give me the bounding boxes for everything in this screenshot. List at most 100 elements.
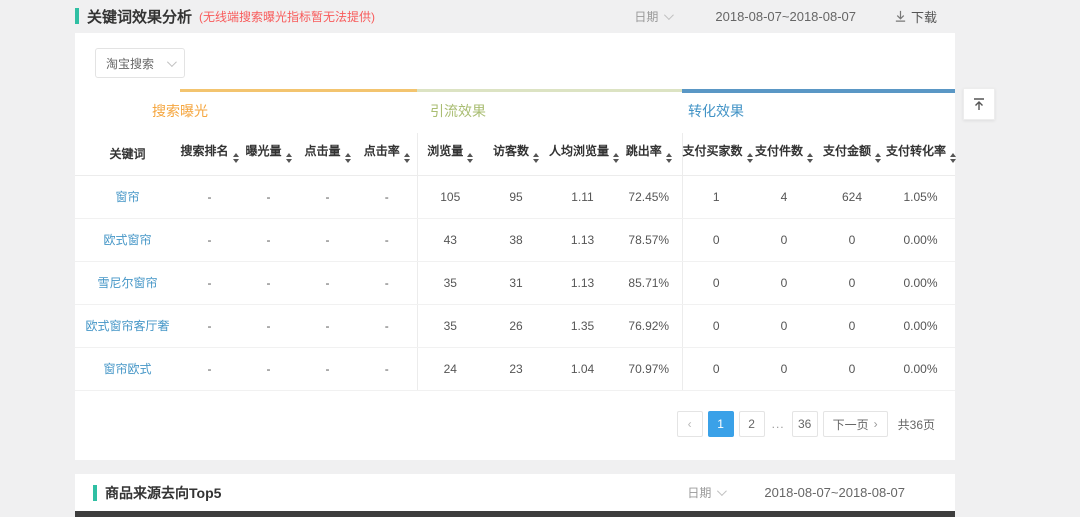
column-header-label: 访客数: [493, 144, 529, 158]
value-cell: 0.00%: [886, 304, 955, 347]
value-cell: 0: [682, 261, 750, 304]
date-label: 日期: [687, 484, 711, 501]
chevron-down-icon: [717, 486, 727, 496]
group-label-2: 转化效果: [688, 101, 744, 121]
value-cell: 35: [417, 304, 483, 347]
chevron-down-icon: [167, 57, 177, 67]
value-cell: 1.13: [549, 218, 616, 261]
column-header-7[interactable]: 人均浏览量: [549, 133, 616, 175]
date-controls: 日期 2018-08-07~2018-08-07: [687, 484, 905, 501]
column-header-12[interactable]: 支付转化率: [886, 133, 955, 175]
column-header-10[interactable]: 支付件数: [750, 133, 818, 175]
column-header-label: 浏览量: [427, 144, 463, 158]
table-row: 欧式窗帘客厅奢----35261.3576.92%0000.00%: [75, 304, 955, 347]
group-border-0: [180, 89, 417, 92]
analytics-page: 关键词效果分析 (无线端搜索曝光指标暂无法提供) 日期 2018-08-07~2…: [0, 0, 1080, 517]
sort-icon[interactable]: [404, 150, 410, 166]
pagination-page-1[interactable]: 1: [708, 411, 734, 437]
channel-select-dropdown[interactable]: 淘宝搜索: [95, 48, 185, 78]
pagination-prev-button[interactable]: ‹: [677, 411, 703, 437]
column-header-6[interactable]: 访客数: [483, 133, 549, 175]
back-to-top-icon: [971, 96, 987, 112]
pagination-ellipsis: ...: [770, 417, 787, 431]
channel-selected-value: 淘宝搜索: [106, 55, 154, 72]
keyword-table: 关键词 搜索排名曝光量点击量 点击率浏览量 访客数 人均浏览量跳出率支付买家数支付件数 支…: [75, 133, 955, 391]
column-header-label: 支付件数: [755, 144, 803, 158]
column-header-row: 关键词 搜索排名曝光量点击量 点击率浏览量 访客数 人均浏览量跳出率支付买家数支付件数 支…: [75, 133, 955, 175]
table-body: 窗帘----105951.1172.45%146241.05%欧式窗帘----4…: [75, 175, 955, 390]
keyword-link[interactable]: 雪尼尔窗帘: [97, 276, 157, 290]
value-cell: -: [239, 304, 298, 347]
column-header-8[interactable]: 跳出率: [616, 133, 682, 175]
chevron-down-icon: [664, 10, 674, 20]
column-header-4[interactable]: 点击率: [357, 133, 417, 175]
column-header-label: 点击量: [304, 144, 340, 158]
column-header-2[interactable]: 曝光量: [239, 133, 298, 175]
value-cell: -: [239, 261, 298, 304]
column-header-label: 关键词: [109, 147, 145, 161]
column-header-5[interactable]: 浏览量: [417, 133, 483, 175]
bottom-section-title: 商品来源去向Top5: [105, 483, 221, 503]
value-cell: 0: [818, 304, 886, 347]
sort-icon[interactable]: [747, 150, 753, 166]
pagination-total-label: 共36页: [898, 416, 935, 433]
value-cell: 0: [682, 218, 750, 261]
date-filter-dropdown[interactable]: 日期: [634, 8, 671, 25]
value-cell: 624: [818, 175, 886, 218]
sort-icon[interactable]: [467, 150, 473, 166]
back-to-top-button[interactable]: [963, 88, 995, 120]
sort-icon[interactable]: [533, 150, 539, 166]
keyword-link[interactable]: 窗帘欧式: [103, 362, 151, 376]
value-cell: 31: [483, 261, 549, 304]
sort-icon[interactable]: [807, 150, 813, 166]
keyword-link[interactable]: 欧式窗帘客厅奢: [85, 319, 169, 333]
value-cell: 23: [483, 347, 549, 390]
column-header-label: 搜索排名: [180, 144, 228, 158]
keyword-link[interactable]: 窗帘: [115, 190, 139, 204]
value-cell: 105: [417, 175, 483, 218]
date-filter-dropdown[interactable]: 日期: [687, 484, 724, 501]
value-cell: 85.71%: [616, 261, 682, 304]
download-button[interactable]: 下载: [894, 7, 937, 26]
sort-icon[interactable]: [613, 150, 619, 166]
sort-icon[interactable]: [345, 150, 351, 166]
sort-icon[interactable]: [233, 150, 239, 166]
column-header-label: 支付买家数: [683, 144, 743, 158]
date-range-value: 2018-08-07~2018-08-07: [715, 9, 856, 24]
value-cell: 1.13: [549, 261, 616, 304]
sort-icon[interactable]: [950, 150, 956, 166]
pagination-page-2[interactable]: 2: [739, 411, 765, 437]
value-cell: 1.35: [549, 304, 616, 347]
value-cell: -: [298, 175, 357, 218]
sort-icon[interactable]: [666, 150, 672, 166]
keyword-cell: 欧式窗帘客厅奢: [75, 304, 180, 347]
value-cell: 0: [818, 347, 886, 390]
value-cell: 4: [750, 175, 818, 218]
column-header-1[interactable]: 搜索排名: [180, 133, 239, 175]
value-cell: -: [298, 347, 357, 390]
sort-icon[interactable]: [286, 150, 292, 166]
value-cell: -: [357, 261, 417, 304]
pagination-next-button[interactable]: 下一页›: [823, 411, 888, 437]
value-cell: 76.92%: [616, 304, 682, 347]
value-cell: -: [180, 261, 239, 304]
value-cell: 0: [818, 218, 886, 261]
date-label: 日期: [634, 8, 658, 25]
column-header-9[interactable]: 支付买家数: [682, 133, 750, 175]
group-border-1: [417, 89, 682, 92]
value-cell: -: [357, 347, 417, 390]
column-header-11[interactable]: 支付金额: [818, 133, 886, 175]
column-header-0: 关键词: [75, 133, 180, 175]
sort-icon[interactable]: [875, 150, 881, 166]
value-cell: -: [298, 218, 357, 261]
keyword-link[interactable]: 欧式窗帘: [103, 233, 151, 247]
value-cell: 1: [682, 175, 750, 218]
value-cell: -: [357, 304, 417, 347]
table-row: 欧式窗帘----43381.1378.57%0000.00%: [75, 218, 955, 261]
pagination: ‹12... 36下一页› 共36页: [677, 411, 935, 437]
column-header-3[interactable]: 点击量: [298, 133, 357, 175]
value-cell: 24: [417, 347, 483, 390]
value-cell: 78.57%: [616, 218, 682, 261]
pagination-page-36[interactable]: 36: [792, 411, 818, 437]
title-accent-bar: [93, 485, 97, 501]
